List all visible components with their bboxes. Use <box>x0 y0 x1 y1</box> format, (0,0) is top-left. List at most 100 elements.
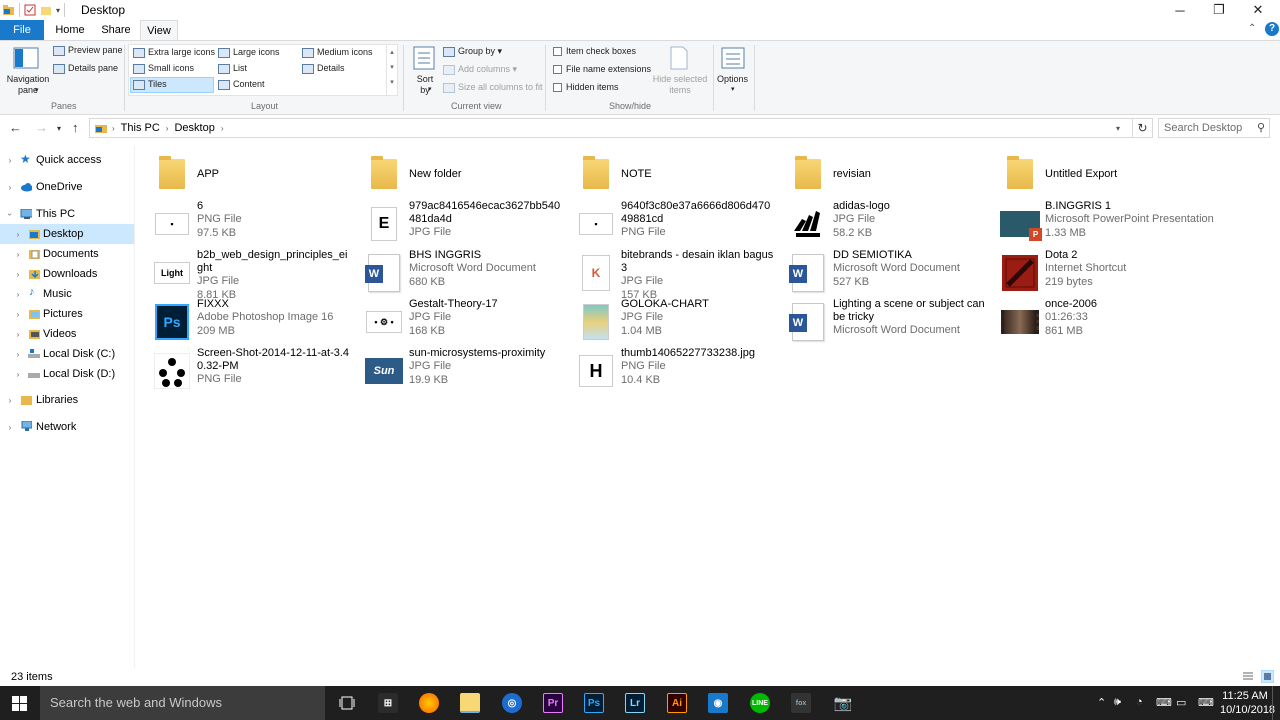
file-tile[interactable]: E 979ac8416546ecac3627bb540481da4d JPG Fil… <box>352 200 564 248</box>
item-check-boxes-checkbox[interactable]: Item check boxes <box>553 46 636 57</box>
show-desktop-button[interactable] <box>1272 686 1280 720</box>
folder-tile[interactable]: NOTE <box>564 150 776 198</box>
sort-by-button[interactable]: Sort by <box>414 74 436 96</box>
expand-arrow-icon[interactable]: › <box>13 290 23 299</box>
nav-item-onedrive[interactable]: › OneDrive <box>0 177 134 197</box>
file-tile[interactable]: Screen-Shot-2014-12-11-at-3.40.32-PM PNG … <box>140 347 352 395</box>
recent-locations-icon[interactable]: ▾ <box>57 124 61 133</box>
preview-pane-button[interactable]: Preview pane <box>53 45 123 56</box>
address-dropdown-icon[interactable]: ▾ <box>1116 124 1120 133</box>
expand-arrow-icon[interactable]: › <box>13 330 23 339</box>
minimize-button[interactable]: ─ <box>1160 0 1200 20</box>
expand-arrow-icon[interactable]: › <box>13 250 23 259</box>
expand-arrow-icon[interactable]: › <box>5 183 15 192</box>
tab-file[interactable]: File <box>0 20 44 40</box>
illustrator-icon[interactable]: Ai <box>667 693 687 713</box>
file-tile[interactable]: adidas-logo JPG File 58.2 KB <box>776 200 988 248</box>
file-tile[interactable]: ▪ 9640f3c80e37a6666d806d47049881cd PNG Fil… <box>564 200 776 248</box>
navigation-pane-icon[interactable] <box>12 46 40 70</box>
hidden-items-checkbox[interactable]: Hidden items <box>553 82 619 93</box>
premiere-icon[interactable]: Pr <box>543 693 563 713</box>
keyboard-icon[interactable]: ⌨ <box>1198 696 1214 709</box>
expand-arrow-icon[interactable]: › <box>5 156 15 165</box>
store-icon[interactable]: ⊞ <box>378 693 398 713</box>
nav-item-quick-access[interactable]: › ★ Quick access <box>0 150 134 170</box>
nav-item-downloads[interactable]: › Downloads <box>0 264 134 284</box>
sort-by-icon[interactable] <box>412 45 436 71</box>
help-icon[interactable]: ? <box>1265 22 1279 36</box>
back-arrow-icon[interactable]: ← <box>9 120 22 135</box>
file-tile[interactable]: Ps FIXXX Adobe Photoshop Image 16 209 MB <box>140 298 352 346</box>
tab-share[interactable]: Share <box>97 20 135 40</box>
camera-icon[interactable]: 📷 <box>833 693 853 713</box>
options-button[interactable]: Options <box>717 74 748 84</box>
add-columns-button[interactable]: Add columns ▾ <box>443 64 517 75</box>
show-hidden-icons-icon[interactable]: ⌃ <box>1097 696 1106 709</box>
file-tile[interactable]: Dota 2 Internet Shortcut 219 bytes <box>988 249 1200 297</box>
collapse-arrow-icon[interactable]: › <box>6 209 15 219</box>
file-tile[interactable]: GOLOKA-CHART JPG File 1.04 MB <box>564 298 776 346</box>
file-tile[interactable]: W Lighting a scene or subject can be tric… <box>776 298 988 346</box>
nav-item-videos[interactable]: › Videos <box>0 324 134 344</box>
hide-selected-items-button[interactable]: Hide selected items <box>650 74 710 96</box>
nav-item-local-disk-d[interactable]: › Local Disk (D:) <box>0 364 134 384</box>
instagram-icon[interactable]: ◉ <box>708 693 728 713</box>
nav-item-documents[interactable]: › Documents <box>0 244 134 264</box>
nav-item-desktop[interactable]: › Desktop <box>0 224 134 244</box>
file-tile[interactable]: ▪ 6 PNG File 97.5 KB <box>140 200 352 248</box>
fox-app-icon[interactable]: fox <box>791 693 811 713</box>
group-by-button[interactable]: Group by ▾ <box>443 46 502 57</box>
large-icons-option[interactable]: Large icons <box>218 47 280 58</box>
line-icon[interactable]: LINE <box>750 693 770 713</box>
file-tile[interactable]: W BHS INGGRIS Microsoft Word Document 680 K… <box>352 249 564 297</box>
nav-item-music[interactable]: › ♪ Music <box>0 284 134 304</box>
small-icons-option[interactable]: Small icons <box>133 63 194 74</box>
tiles-option[interactable]: Tiles <box>130 77 214 93</box>
content-option[interactable]: Content <box>218 79 265 90</box>
taskbar-search-input[interactable]: Search the web and Windows <box>40 686 325 720</box>
size-all-columns-button[interactable]: Size all columns to fit <box>443 82 543 93</box>
breadcrumb-this-pc[interactable]: This PC <box>121 122 160 134</box>
firefox-icon[interactable] <box>419 693 439 713</box>
new-folder-icon[interactable] <box>40 4 52 16</box>
language-icon[interactable]: ⌨ <box>1156 696 1172 709</box>
options-icon[interactable] <box>720 45 746 71</box>
file-name-extensions-checkbox[interactable]: File name extensions <box>553 64 651 75</box>
file-tile[interactable]: Sun sun-microsystems-proximity JPG File 19.… <box>352 347 564 395</box>
photoshop-icon[interactable]: Ps <box>584 693 604 713</box>
search-input[interactable]: Search Desktop ⚲ <box>1158 118 1270 138</box>
address-bar[interactable]: › This PC › Desktop › ▾ <box>89 118 1133 138</box>
nav-item-this-pc[interactable]: › This PC <box>0 204 134 224</box>
nav-item-local-disk-c[interactable]: › Local Disk (C:) <box>0 344 134 364</box>
collapse-ribbon-icon[interactable]: ⌃ <box>1248 23 1256 34</box>
expand-arrow-icon[interactable]: › <box>13 350 23 359</box>
close-button[interactable]: ✕ <box>1238 0 1278 20</box>
forward-arrow-icon[interactable]: → <box>35 120 48 135</box>
breadcrumb-desktop[interactable]: Desktop <box>174 122 214 134</box>
nav-item-libraries[interactable]: › Libraries <box>0 390 134 410</box>
volume-icon[interactable]: 🕪 <box>1114 696 1121 709</box>
lightroom-icon[interactable]: Lr <box>625 693 645 713</box>
file-tile[interactable]: P B.INGGRIS 1 Microsoft PowerPoint Present… <box>988 200 1214 248</box>
refresh-button[interactable]: ↻ <box>1133 118 1153 138</box>
large-icons-view-icon[interactable] <box>1261 670 1274 683</box>
file-tile[interactable]: Hthumb14065227733238.jpg PNG File 10.4 KB <box>564 347 776 395</box>
expand-arrow-icon[interactable]: › <box>13 230 23 239</box>
task-view-icon[interactable] <box>339 696 355 710</box>
extra-large-icons-option[interactable]: Extra large icons <box>133 47 215 58</box>
navigation-pane-button[interactable]: Navigation pane <box>6 74 50 96</box>
windows-start-icon[interactable] <box>12 696 27 711</box>
details-view-icon[interactable] <box>1242 671 1254 682</box>
expand-arrow-icon[interactable]: › <box>13 310 23 319</box>
layout-gallery-scroll[interactable]: ▴ ▾ ▾ <box>386 45 397 95</box>
expand-arrow-icon[interactable]: › <box>5 423 15 432</box>
hide-selected-items-icon[interactable] <box>669 45 689 71</box>
expand-arrow-icon[interactable]: › <box>13 270 23 279</box>
file-tile[interactable]: W DD SEMIOTIKA Microsoft Word Document 527 … <box>776 249 988 297</box>
maximize-button[interactable]: ❐ <box>1199 0 1239 20</box>
expand-arrow-icon[interactable]: › <box>13 370 23 379</box>
customize-toolbar-icon[interactable]: ▾ <box>56 6 60 15</box>
file-tile[interactable]: once-2006 01:26:33 861 MB <box>988 298 1200 346</box>
battery-icon[interactable]: ▭ <box>1176 696 1186 709</box>
file-explorer-icon[interactable] <box>460 693 480 713</box>
